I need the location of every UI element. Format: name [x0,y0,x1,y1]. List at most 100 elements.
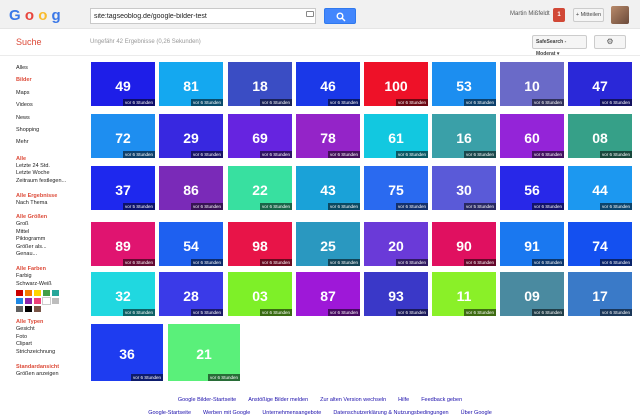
color-swatch[interactable] [25,290,32,297]
image-result-tile[interactable]: 10 vor 6 Stunden [500,62,564,106]
image-result-tile[interactable]: 16 vor 6 Stunden [432,114,496,158]
filter-option[interactable]: Größer als... [16,244,86,252]
footer-link[interactable]: Unternehmensangebote [262,410,321,416]
color-swatch[interactable] [52,298,59,305]
notification-badge[interactable]: 1 [553,8,565,22]
filter-option[interactable]: Clipart [16,341,86,349]
footer-link[interactable]: Google-Startseite [148,410,191,416]
image-result-tile[interactable]: 28 vor 5 Stunden [159,272,223,316]
footer-link[interactable]: Hilfe [398,397,409,403]
image-result-tile[interactable]: 46 vor 6 Stunden [296,62,360,106]
filter-option[interactable]: Piktogramm [16,236,86,244]
footer-link[interactable]: Google Bilder-Startseite [178,397,236,403]
image-result-tile[interactable]: 72 vor 6 Stunden [91,114,155,158]
color-swatch[interactable] [34,298,41,305]
image-result-tile[interactable]: 60 vor 6 Stunden [500,114,564,158]
image-result-tile[interactable]: 25 vor 6 Stunden [296,222,360,266]
filter-option[interactable]: Groß [16,221,86,229]
image-result-tile[interactable]: 54 vor 6 Stunden [159,222,223,266]
color-swatch[interactable] [16,290,23,297]
sidebar-item-news[interactable]: News [16,112,86,124]
filter-option[interactable]: Mittel [16,229,86,237]
image-result-tile[interactable]: 22 vor 6 Stunden [228,166,292,210]
image-result-tile[interactable]: 69 vor 6 Stunden [228,114,292,158]
color-swatch[interactable] [34,306,41,313]
color-swatch[interactable] [34,290,41,297]
filter-option[interactable]: Letzte 24 Std. [16,163,86,171]
image-result-tile[interactable]: 86 vor 6 Stunden [159,166,223,210]
filter-heading[interactable]: Alle Typen [16,318,86,326]
image-result-tile[interactable]: 18 vor 6 Stunden [228,62,292,106]
filter-heading[interactable]: Alle Größen [16,213,86,221]
keyboard-icon[interactable] [306,11,314,17]
filter-option[interactable]: Letzte Woche [16,170,86,178]
sidebar-item-mehr[interactable]: Mehr [16,136,86,148]
image-result-tile[interactable]: 47 vor 6 Stunden [568,62,632,106]
image-result-tile[interactable]: 21 vor 6 Stunden [168,324,240,381]
image-result-tile[interactable]: 100 vor 6 Stunden [364,62,428,106]
image-result-tile[interactable]: 75 vor 6 Stunden [364,166,428,210]
footer-link[interactable]: Feedback geben [421,397,462,403]
color-swatch[interactable] [42,297,51,306]
sidebar-item-alles[interactable]: Alles [16,62,86,74]
filter-option[interactable]: Genau... [16,251,86,259]
image-result-tile[interactable]: 61 vor 6 Stunden [364,114,428,158]
sidebar-item-maps[interactable]: Maps [16,87,86,99]
image-result-tile[interactable]: 56 vor 6 Stunden [500,166,564,210]
filter-option[interactable]: Gesicht [16,326,86,334]
color-swatch[interactable] [16,306,23,313]
filter-option[interactable]: Schwarz-Weiß [16,281,86,289]
footer-link[interactable]: Anstößige Bilder melden [248,397,308,403]
filter-option[interactable]: Farbig [16,273,86,281]
settings-button[interactable]: ⚙ [594,35,626,49]
filter-heading[interactable]: Alle [16,155,86,163]
filter-option[interactable]: Größen anzeigen [16,371,86,379]
image-result-tile[interactable]: 37 vor 5 Stunden [91,166,155,210]
footer-link[interactable]: Über Google [461,410,492,416]
color-swatch[interactable] [25,306,32,313]
image-result-tile[interactable]: 93 vor 6 Stunden [364,272,428,316]
filter-option[interactable]: Strichzeichnung [16,349,86,357]
avatar[interactable] [611,6,629,24]
search-button[interactable] [324,8,356,24]
footer-link[interactable]: Zur alten Version wechseln [320,397,386,403]
safesearch-dropdown[interactable]: SafeSearch - Moderat ▾ [532,35,587,57]
image-result-tile[interactable]: 09 vor 6 Stunden [500,272,564,316]
google-logo[interactable]: G o o g l e [9,6,61,24]
color-swatch[interactable] [43,290,50,297]
image-result-tile[interactable]: 30 vor 5 Stunden [432,166,496,210]
user-name[interactable]: Martin Mißfeldt [510,11,550,17]
image-result-tile[interactable]: 11 vor 6 Stunden [432,272,496,316]
image-result-tile[interactable]: 87 vor 6 Stunden [296,272,360,316]
filter-heading[interactable]: Alle Farben [16,265,86,273]
footer-link[interactable]: Werben mit Google [203,410,250,416]
filter-option[interactable]: Nach Thema [16,200,86,208]
filter-option[interactable]: Zeitraum festlegen... [16,178,86,186]
image-result-tile[interactable]: 78 vor 6 Stunden [296,114,360,158]
image-result-tile[interactable]: 81 vor 6 Stunden [159,62,223,106]
image-result-tile[interactable]: 20 vor 6 Stunden [364,222,428,266]
image-result-tile[interactable]: 53 vor 6 Stunden [432,62,496,106]
image-result-tile[interactable]: 43 vor 6 Stunden [296,166,360,210]
image-result-tile[interactable]: 44 vor 6 Stunden [568,166,632,210]
sidebar-item-shopping[interactable]: Shopping [16,124,86,136]
image-result-tile[interactable]: 90 vor 6 Stunden [432,222,496,266]
filter-heading[interactable]: Alle Ergebnisse [16,192,86,200]
image-result-tile[interactable]: 89 vor 6 Stunden [91,222,155,266]
image-result-tile[interactable]: 32 vor 6 Stunden [91,272,155,316]
image-result-tile[interactable]: 49 vor 6 Stunden [91,62,155,106]
image-result-tile[interactable]: 36 vor 6 Stunden [91,324,163,381]
sidebar-item-bilder[interactable]: Bilder [16,74,86,86]
search-input[interactable] [90,8,316,24]
sidebar-item-videos[interactable]: Videos [16,99,86,111]
image-result-tile[interactable]: 98 vor 6 Stunden [228,222,292,266]
color-swatch[interactable] [16,298,23,305]
color-swatch[interactable] [25,298,32,305]
image-result-tile[interactable]: 03 vor 6 Stunden [228,272,292,316]
image-result-tile[interactable]: 17 vor 6 Stunden [568,272,632,316]
filter-heading[interactable]: Standardansicht [16,363,86,371]
image-result-tile[interactable]: 29 vor 6 Stunden [159,114,223,158]
color-swatch[interactable] [52,290,59,297]
image-result-tile[interactable]: 91 vor 6 Stunden [500,222,564,266]
filter-option[interactable]: Foto [16,334,86,342]
